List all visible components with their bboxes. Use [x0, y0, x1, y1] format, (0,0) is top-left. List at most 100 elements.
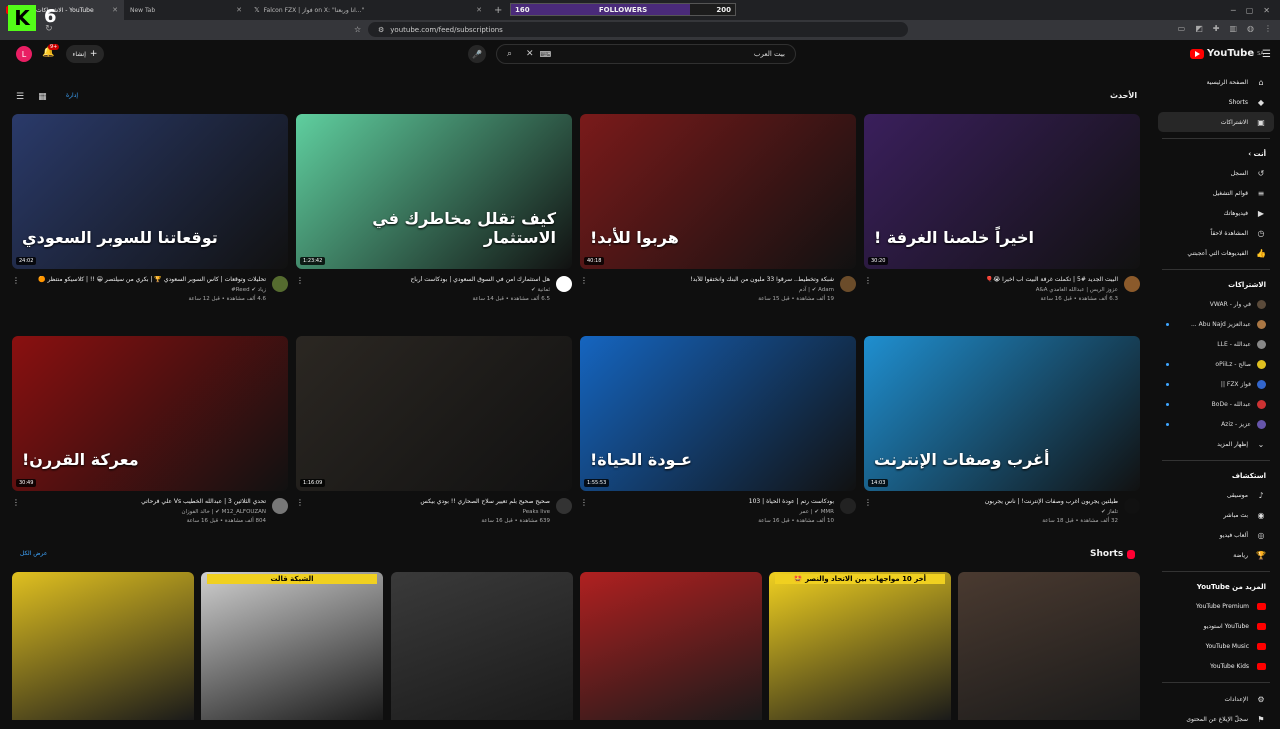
settings-item[interactable]: ⚙ الإعدادات — [1158, 689, 1274, 709]
sidebar-item-you[interactable]: ↺ السجل — [1158, 163, 1274, 183]
more-actions-icon[interactable]: ⋮ — [864, 276, 872, 285]
channel-name[interactable]: ثمانية ✔ — [531, 287, 550, 293]
more-actions-icon[interactable]: ⋮ — [12, 276, 20, 285]
sidebar-item-youtube-product[interactable]: YouTube Premium — [1158, 596, 1274, 616]
address-bar[interactable]: ⚙ youtube.com/feed/subscriptions — [368, 22, 908, 37]
avatar[interactable]: L — [16, 46, 32, 62]
channel-avatar[interactable] — [840, 498, 856, 514]
channel-name[interactable]: Peaks live — [523, 509, 550, 515]
channel-avatar[interactable] — [1124, 498, 1140, 514]
puzzle-icon[interactable]: ✚ — [1213, 24, 1220, 33]
sidebar-item-nav[interactable]: ▣ الاشتراكات — [1158, 112, 1274, 132]
channel-name[interactable]: تلفاز ✔ — [1101, 509, 1118, 515]
short-card[interactable] — [580, 572, 762, 720]
sidebar-item-youtube-product[interactable]: YouTube استوديو — [1158, 616, 1274, 636]
report-history-item[interactable]: ⚑ سجلّ الإبلاغ عن المحتوى — [1158, 709, 1274, 729]
channel-name[interactable]: MMR ✔ | عمر — [799, 509, 834, 515]
video-thumbnail[interactable]: معركة القررن! 30:49 — [12, 336, 288, 491]
list-view-icon[interactable]: ☰ — [16, 92, 24, 102]
video-title[interactable]: تحدي الثلاثين 3 | عبدالله الخطيب Vs علي … — [26, 498, 266, 505]
close-window-icon[interactable]: ✕ — [1263, 6, 1270, 15]
video-thumbnail[interactable]: هربوا للأبد! 40:18 — [580, 114, 856, 269]
sidebar-subscription[interactable]: في وار - VWAR — [1158, 294, 1274, 314]
video-card[interactable]: اخيراً خلصنا الغرفة ! 30:20 البيت الجديد #… — [864, 114, 1140, 324]
sidebar-item-explore[interactable]: ♪ موسيقى — [1158, 485, 1274, 505]
search-box[interactable]: ⌕ ✕ ⌨ بيت العرب — [496, 44, 796, 64]
video-title[interactable]: بودكاست رتم | عودة الحياة | 103 — [594, 498, 834, 505]
youtube-logo[interactable]: YouTube SA — [1190, 48, 1264, 59]
more-actions-icon[interactable]: ⋮ — [296, 498, 304, 507]
sidebar-item-explore[interactable]: ◉ بث مباشر — [1158, 505, 1274, 525]
sidebar-subscription[interactable]: عبدالله - BoDe — [1158, 394, 1274, 414]
channel-name[interactable]: عزوز الريس | عبدالله الغامدي A&A — [1036, 287, 1118, 293]
video-title[interactable]: صحيح صحيح بلم تعيير سلاح الصحاري !! بودي… — [310, 498, 550, 505]
show-more-button[interactable]: ⌄ إظهار المزيد — [1158, 434, 1274, 454]
video-card[interactable]: توقعاتنا للسوبر السعودي 24:02 تحليلات وتوق… — [12, 114, 288, 324]
video-card[interactable]: عـودة الحياة! 1:55:53 بودكاست رتم | عودة ا… — [580, 336, 856, 546]
more-actions-icon[interactable]: ⋮ — [12, 498, 20, 507]
sidebar-item-you[interactable]: 👍 الفيديوهات التي أعجبتني — [1158, 243, 1274, 263]
short-card[interactable]: الشبكة قالت — [201, 572, 383, 720]
video-title[interactable]: طيلتين يجربون أغرب وصفات الإنترنت! | ناس… — [878, 498, 1118, 505]
more-actions-icon[interactable]: ⋮ — [296, 276, 304, 285]
video-title[interactable]: هل استثمارك آمن في السوق السعودي | بودكا… — [310, 276, 550, 283]
sidebar-subscription[interactable]: فواز FZX || — [1158, 374, 1274, 394]
grid-view-icon[interactable]: ▦ — [38, 92, 47, 102]
sidebar-item-youtube-product[interactable]: YouTube Music — [1158, 636, 1274, 656]
channel-avatar[interactable] — [272, 498, 288, 514]
video-thumbnail[interactable]: أغرب وصفات الإنترنت 14:03 — [864, 336, 1140, 491]
video-card[interactable]: أغرب وصفات الإنترنت 14:03 طيلتين يجربون أغ… — [864, 336, 1140, 546]
channel-avatar[interactable] — [1124, 276, 1140, 292]
sidebar-subscription[interactable]: صالح - oPiiLz — [1158, 354, 1274, 374]
close-tab-icon[interactable]: ✕ — [112, 6, 118, 14]
sidepanel-icon[interactable]: ▥ — [1229, 24, 1237, 33]
search-input[interactable]: بيت العرب — [754, 50, 785, 58]
guide-menu-icon[interactable]: ☰ — [1262, 49, 1271, 60]
profile-icon[interactable]: ◍ — [1247, 24, 1254, 33]
video-thumbnail[interactable]: عـودة الحياة! 1:55:53 — [580, 336, 856, 491]
menu-icon[interactable]: ⋮ — [1264, 24, 1272, 33]
close-tab-icon[interactable]: ✕ — [476, 6, 482, 14]
clear-search-icon[interactable]: ✕ — [526, 49, 534, 59]
channel-avatar[interactable] — [840, 276, 856, 292]
short-card[interactable] — [391, 572, 573, 720]
video-title[interactable]: تحليلات وتوقعات | كأس السوبر السعودي 🏆 |… — [26, 276, 266, 283]
new-tab-button[interactable]: + — [488, 5, 508, 16]
cast-icon[interactable]: ▭ — [1178, 24, 1186, 33]
video-card[interactable]: هربوا للأبد! 40:18 شبكة وتخطيط.. سرقوا 33 … — [580, 114, 856, 324]
channel-name[interactable]: Adam ✔ | آدم — [799, 287, 834, 293]
more-actions-icon[interactable]: ⋮ — [864, 498, 872, 507]
video-card[interactable]: كيف تقلل مخاطرك في الاستثمار 1:23:42 هل اس… — [296, 114, 572, 324]
sidebar-item-you[interactable]: ▶ فيديوهاتك — [1158, 203, 1274, 223]
short-card[interactable] — [958, 572, 1140, 720]
create-button[interactable]: إنشاء + — [66, 45, 104, 63]
channel-avatar[interactable] — [556, 498, 572, 514]
sidebar-item-youtube-product[interactable]: YouTube Kids — [1158, 656, 1274, 676]
site-info-icon[interactable]: ⚙ — [378, 26, 384, 34]
video-title[interactable]: البيت الجديد #5 | تكملت غرفة البيت اب اخ… — [878, 276, 1118, 283]
extension-icon[interactable]: ◩ — [1195, 24, 1203, 33]
video-thumbnail[interactable]: اخيراً خلصنا الغرفة ! 30:20 — [864, 114, 1140, 269]
voice-search-button[interactable]: 🎤 — [468, 45, 486, 63]
tab-x-post[interactable]: 𝕏 Falcon FZX | فواز on X: "انا وربعنا...… — [248, 0, 488, 20]
short-card[interactable] — [12, 572, 194, 720]
channel-name[interactable]: M12_ALFOUZAN ✔ | خالد الفوزان — [181, 509, 266, 515]
sidebar-subscription[interactable]: عبدالعزيز Abu Najd ... — [1158, 314, 1274, 334]
notifications-button[interactable]: 🔔 9+ — [42, 44, 60, 58]
sidebar-item-explore[interactable]: ◎ ألعاب فيديو — [1158, 525, 1274, 545]
channel-avatar[interactable] — [272, 276, 288, 292]
more-actions-icon[interactable]: ⋮ — [580, 498, 588, 507]
close-tab-icon[interactable]: ✕ — [236, 6, 242, 14]
keyboard-icon[interactable]: ⌨ — [540, 50, 552, 59]
sidebar-subscription[interactable]: عزيز - Aziz — [1158, 414, 1274, 434]
show-all-link[interactable]: عرض الكل — [20, 550, 47, 557]
sidebar-item-explore[interactable]: 🏆 رياضة — [1158, 545, 1274, 565]
channel-avatar[interactable] — [556, 276, 572, 292]
video-card[interactable]: 1:16:09 صحيح صحيح بلم تعيير سلاح الصحاري … — [296, 336, 572, 546]
maximize-icon[interactable]: ▢ — [1246, 6, 1254, 15]
bookmark-icon[interactable]: ☆ — [354, 25, 361, 34]
sidebar-subscription[interactable]: عبدالله - LLE — [1158, 334, 1274, 354]
sidebar-item-nav[interactable]: ◆ Shorts — [1158, 92, 1274, 112]
sidebar-item-nav[interactable]: ⌂ الصفحة الرئيسية — [1158, 72, 1274, 92]
channel-name[interactable]: زياد ✔ Reed# — [231, 287, 266, 293]
